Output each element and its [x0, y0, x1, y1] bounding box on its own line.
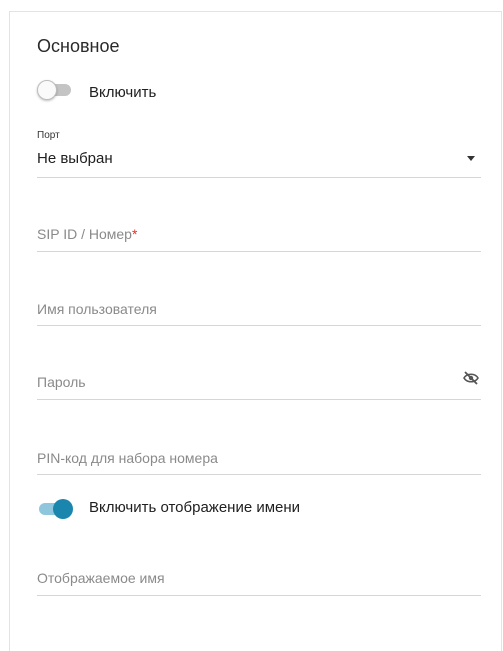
- enable-toggle-knob: [37, 80, 57, 100]
- chevron-down-icon: [467, 156, 475, 161]
- username-field[interactable]: Имя пользователя: [37, 299, 485, 327]
- pin-input[interactable]: [37, 447, 485, 476]
- password-input[interactable]: [37, 372, 485, 401]
- settings-card: [9, 11, 502, 651]
- display-name-toggle-label: Включить отображение имени: [89, 499, 301, 516]
- enable-toggle-label: Включить: [89, 84, 157, 101]
- port-select[interactable]: Не выбран: [37, 150, 481, 178]
- password-field[interactable]: Пароль: [37, 371, 485, 401]
- sip-id-input[interactable]: [37, 224, 485, 253]
- enable-toggle[interactable]: [37, 80, 73, 100]
- port-select-value: Не выбран: [37, 150, 113, 167]
- section-title: Основное: [37, 36, 120, 56]
- sip-id-field[interactable]: SIP ID / Номер*: [37, 224, 485, 253]
- display-name-field[interactable]: Отображаемое имя: [37, 568, 485, 597]
- port-label: Порт: [37, 130, 60, 141]
- display-name-input[interactable]: [37, 568, 485, 597]
- eye-off-icon[interactable]: [463, 371, 479, 385]
- display-name-toggle[interactable]: [37, 499, 73, 519]
- username-input[interactable]: [37, 299, 485, 327]
- pin-field[interactable]: PIN-код для набора номера: [37, 447, 485, 476]
- display-name-toggle-knob: [53, 499, 73, 519]
